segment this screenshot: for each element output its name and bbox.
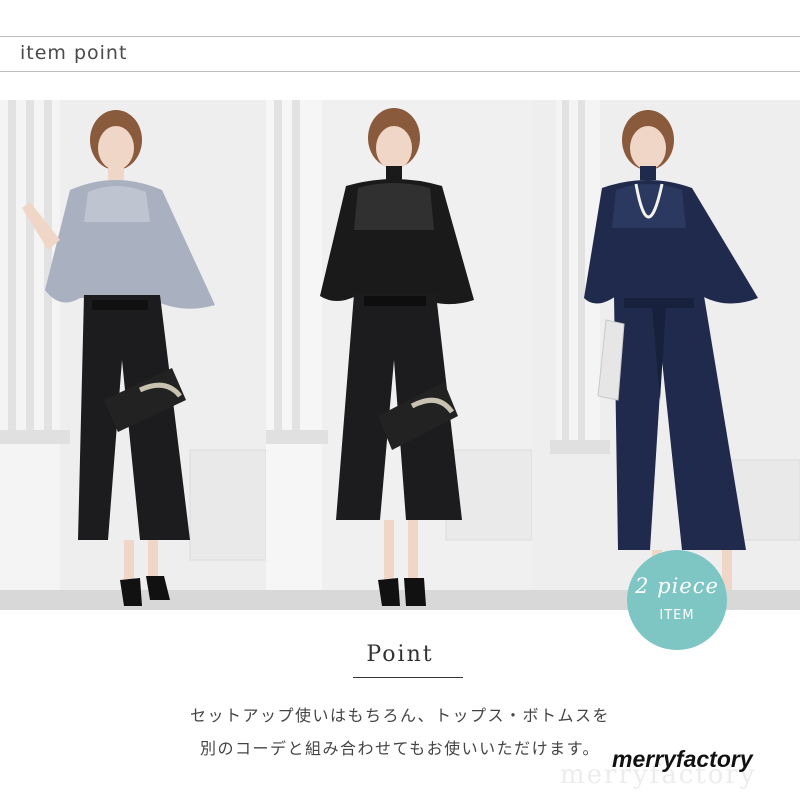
header-bottom-rule xyxy=(0,71,800,72)
two-piece-badge: 2 piece ITEM xyxy=(627,550,727,650)
point-description-line-1: セットアップ使いはもちろん、トップス・ボトムスを xyxy=(189,706,610,725)
point-underline xyxy=(353,677,463,678)
product-photo-black xyxy=(266,100,532,610)
badge-sub-text: ITEM xyxy=(659,608,695,623)
section-title: item point xyxy=(20,42,128,64)
header-top-rule xyxy=(0,36,800,37)
badge-script-text: 2 piece xyxy=(635,574,719,598)
product-photo-navy xyxy=(532,100,800,610)
point-heading: Point xyxy=(366,642,434,667)
brand-logo-text: merryfactory xyxy=(612,746,753,772)
product-photo-gray xyxy=(0,100,266,610)
photo-strip xyxy=(0,100,800,610)
